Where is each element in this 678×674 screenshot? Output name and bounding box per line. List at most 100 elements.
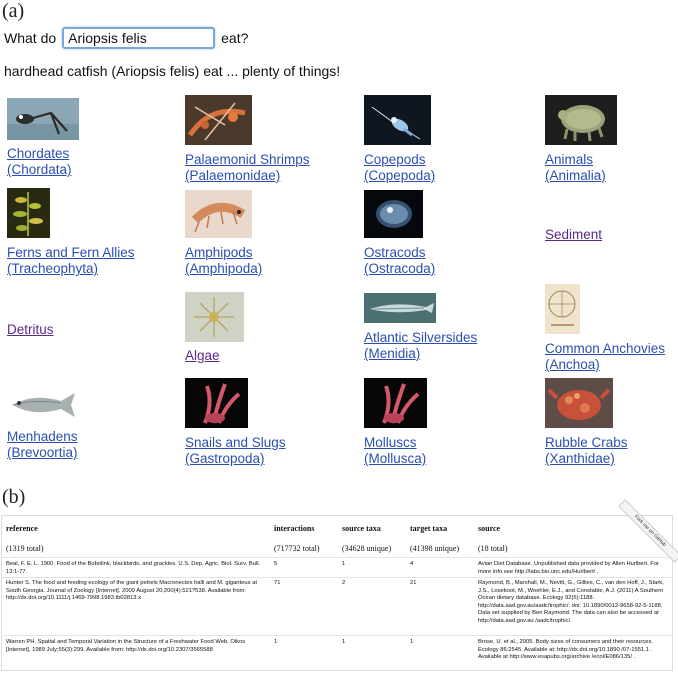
prey-link-snails-and-slugs[interactable]: Snails and Slugs (Gastropoda) bbox=[185, 435, 286, 467]
anchovy-drawing-icon[interactable] bbox=[545, 284, 665, 334]
cell-reference: Warren PH. Spatial and Temporal Variatio… bbox=[6, 639, 246, 653]
prey-link-menhadens[interactable]: Menhadens (Brevoortia) bbox=[7, 429, 79, 461]
total-source-taxa: (34628 unique) bbox=[342, 544, 392, 553]
prey-taxon: (Palaemonidae) bbox=[185, 168, 281, 183]
header-interactions[interactable]: interactions bbox=[274, 524, 314, 533]
question-prefix: What do bbox=[4, 30, 57, 46]
prey-card: Rubble Crabs (Xanthidae) bbox=[545, 378, 628, 467]
prey-taxon: (Ostracoda) bbox=[364, 261, 436, 276]
prey-name: Animals bbox=[545, 152, 594, 167]
prey-taxon: (Menidia) bbox=[364, 346, 421, 361]
menhaden-photo-icon[interactable] bbox=[7, 387, 79, 423]
prey-card: Palaemonid Shrimps (Palaemonidae) bbox=[185, 95, 310, 184]
crab-photo-icon[interactable] bbox=[545, 378, 628, 428]
answer-text: hardhead catfish (Ariopsis felis) eat ..… bbox=[4, 63, 341, 79]
total-references: (1319 total) bbox=[6, 544, 44, 553]
mollusc-photo-icon[interactable] bbox=[364, 378, 427, 428]
prey-name: Atlantic Silversides bbox=[364, 330, 478, 345]
tardigrade-photo-icon[interactable] bbox=[545, 95, 617, 145]
row-divider bbox=[2, 635, 672, 636]
amphipod-photo-icon[interactable] bbox=[185, 190, 262, 238]
prey-link-palaemonid-shrimps[interactable]: Palaemonid Shrimps (Palaemonidae) bbox=[185, 152, 310, 184]
prey-card: Animals (Animalia) bbox=[545, 95, 617, 184]
prey-taxon: (Animalia) bbox=[545, 168, 606, 183]
prey-name: Copepods bbox=[364, 152, 426, 167]
prey-link-detritus[interactable]: Detritus bbox=[7, 322, 54, 338]
question-form: What do eat? bbox=[4, 27, 248, 49]
prey-link-amphipods[interactable]: Amphipods (Amphipoda) bbox=[185, 245, 262, 277]
cell-target-taxa: 1 bbox=[410, 639, 414, 645]
prey-name: Chordates bbox=[7, 146, 70, 161]
prey-card: Snails and Slugs (Gastropoda) bbox=[185, 378, 286, 467]
prey-taxon: (Tracheophyta) bbox=[7, 261, 99, 276]
cell-source: Avian Diet Database. Unpublished data pr… bbox=[478, 561, 659, 575]
references-table: Fork me on GitHub reference interactions… bbox=[1, 499, 678, 671]
prey-link-molluscs[interactable]: Molluscs (Mollusca) bbox=[364, 435, 427, 467]
panel-label-b: (b) bbox=[2, 486, 26, 508]
prey-card: Common Anchovies (Anchoa) bbox=[545, 284, 665, 373]
prey-name: Algae bbox=[185, 348, 220, 363]
prey-link-rubble-crabs[interactable]: Rubble Crabs (Xanthidae) bbox=[545, 435, 628, 467]
total-interactions: (717732 total) bbox=[274, 544, 320, 553]
prey-name: Amphipods bbox=[185, 245, 253, 260]
prey-link-ferns[interactable]: Ferns and Fern Allies (Tracheophyta) bbox=[7, 245, 135, 277]
prey-taxon: (Copepoda) bbox=[364, 168, 436, 183]
row-divider bbox=[2, 577, 672, 578]
panel-label-a: (a) bbox=[2, 0, 25, 22]
header-target-taxa[interactable]: target taxa bbox=[410, 524, 447, 533]
prey-card: Algae bbox=[185, 292, 244, 364]
cell-source: Raymond, B., Marshall, M., Nevitt, G., G… bbox=[478, 580, 664, 624]
copepod-photo-icon[interactable] bbox=[364, 95, 435, 145]
cell-source-taxa: 1 bbox=[342, 561, 346, 567]
github-ribbon[interactable]: Fork me on GitHub bbox=[618, 499, 678, 563]
prey-card: Molluscs (Mollusca) bbox=[364, 378, 427, 467]
prey-link-copepods[interactable]: Copepods (Copepoda) bbox=[364, 152, 435, 184]
prey-card: Ostracods (Ostracoda) bbox=[364, 190, 435, 277]
total-sources: (18 total) bbox=[478, 544, 508, 553]
prey-card: Sediment bbox=[545, 227, 602, 243]
prey-name: Molluscs bbox=[364, 435, 417, 450]
prey-card: Copepods (Copepoda) bbox=[364, 95, 435, 184]
prey-link-algae[interactable]: Algae bbox=[185, 348, 244, 364]
algae-photo-icon[interactable] bbox=[185, 292, 244, 342]
prey-name: Ferns and Fern Allies bbox=[7, 245, 135, 260]
silverside-photo-icon[interactable] bbox=[364, 293, 477, 323]
prey-link-common-anchovies[interactable]: Common Anchovies (Anchoa) bbox=[545, 341, 665, 373]
prey-name: Menhadens bbox=[7, 429, 78, 444]
question-suffix: eat? bbox=[221, 30, 249, 46]
prey-taxon: (Xanthidae) bbox=[545, 451, 615, 466]
sea-slug-photo-icon[interactable] bbox=[185, 378, 286, 428]
cell-source-taxa: 2 bbox=[342, 580, 346, 586]
cell-reference: Beal, F. E. L. 1900. Food of the Bobolin… bbox=[6, 561, 261, 575]
prey-link-sediment[interactable]: Sediment bbox=[545, 227, 602, 243]
prey-name: Snails and Slugs bbox=[185, 435, 286, 450]
prey-card: Detritus bbox=[7, 322, 54, 338]
cell-target-taxa: 4 bbox=[410, 561, 414, 567]
ostracod-photo-icon[interactable] bbox=[364, 190, 435, 238]
prey-card: Menhadens (Brevoortia) bbox=[7, 387, 79, 461]
prey-name: Detritus bbox=[7, 322, 54, 337]
amphibian-photo-icon[interactable] bbox=[7, 98, 79, 140]
prey-name: Palaemonid Shrimps bbox=[185, 152, 310, 167]
prey-card: Atlantic Silversides (Menidia) bbox=[364, 293, 477, 362]
header-source-taxa[interactable]: source taxa bbox=[342, 524, 381, 533]
plant-photo-icon[interactable] bbox=[7, 188, 135, 238]
cell-reference: Hunter S. The food and feeding ecology o… bbox=[6, 580, 257, 602]
cell-source: Brose, U. et al., 2005. Body sizes of co… bbox=[478, 639, 653, 661]
header-source[interactable]: source bbox=[478, 524, 500, 533]
prey-link-chordates[interactable]: Chordates (Chordata) bbox=[7, 146, 79, 178]
species-search-input[interactable] bbox=[62, 27, 216, 49]
prey-link-animals[interactable]: Animals (Animalia) bbox=[545, 152, 617, 184]
prey-taxon: (Mollusca) bbox=[364, 451, 427, 466]
prey-taxon: (Chordata) bbox=[7, 162, 72, 177]
prey-link-ostracods[interactable]: Ostracods (Ostracoda) bbox=[364, 245, 435, 277]
prey-link-atlantic-silversides[interactable]: Atlantic Silversides (Menidia) bbox=[364, 330, 477, 362]
header-reference[interactable]: reference bbox=[6, 524, 38, 533]
total-target-taxa: (41398 unique) bbox=[410, 544, 460, 553]
prey-name: Rubble Crabs bbox=[545, 435, 628, 450]
prey-name: Sediment bbox=[545, 227, 603, 242]
cell-interactions: 5 bbox=[274, 561, 278, 567]
cell-target-taxa: 21 bbox=[410, 580, 417, 586]
prey-card: Ferns and Fern Allies (Tracheophyta) bbox=[7, 188, 135, 277]
shrimp-photo-icon[interactable] bbox=[185, 95, 310, 145]
